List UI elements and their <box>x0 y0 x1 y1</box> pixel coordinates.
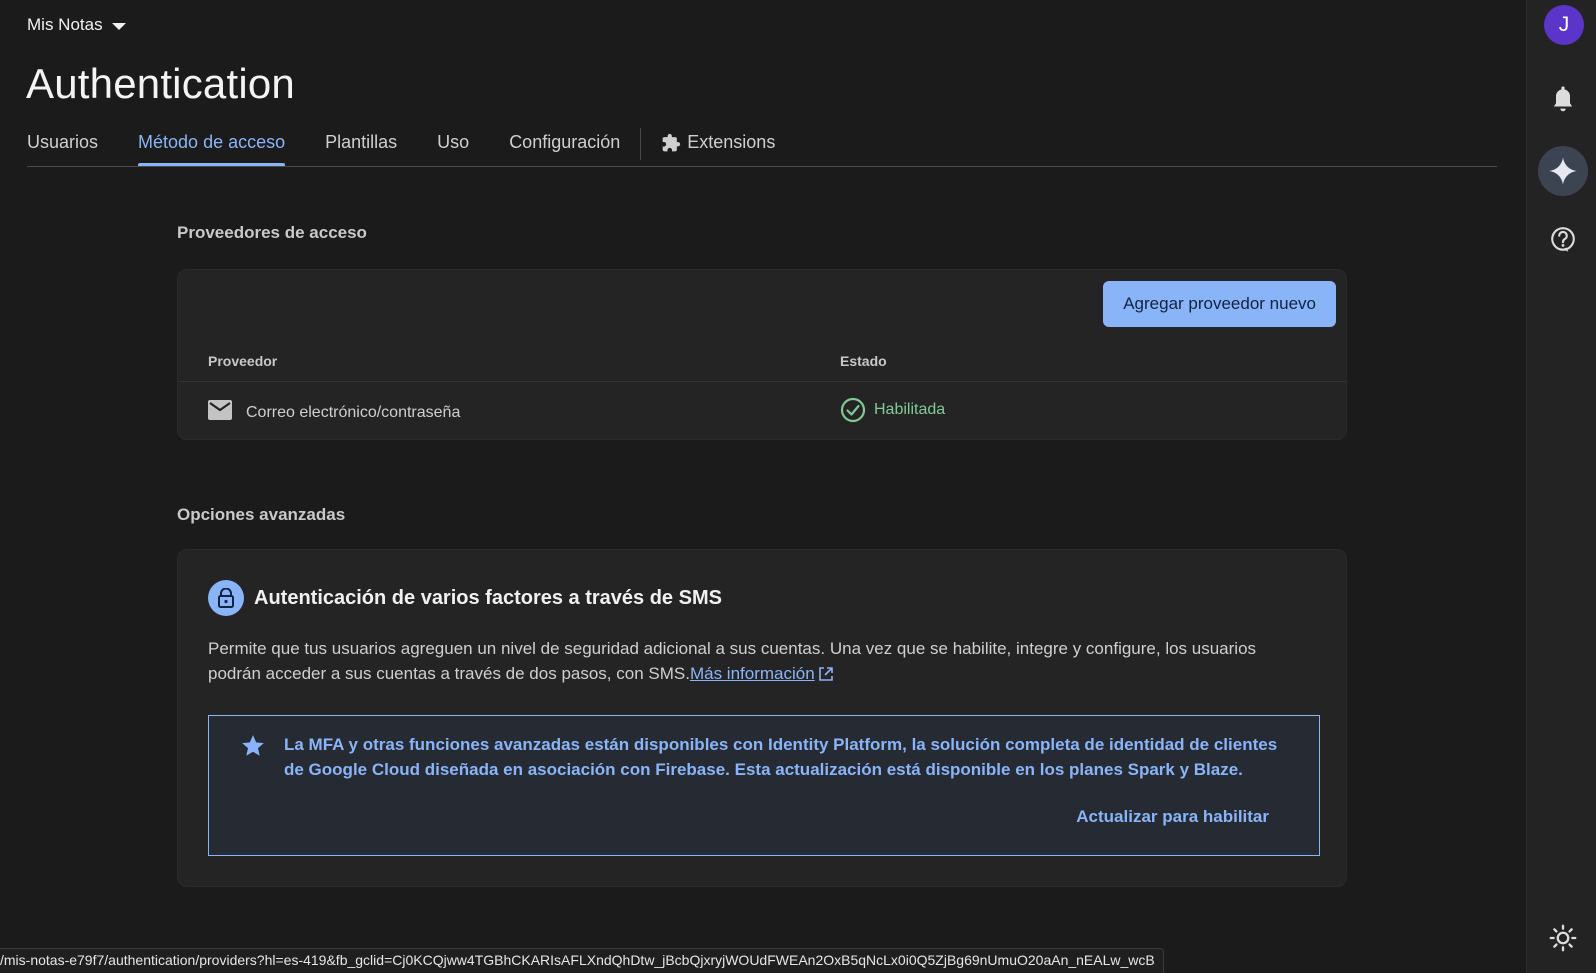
lock-icon <box>208 580 244 616</box>
tab-extensions[interactable]: Extensions <box>661 125 775 165</box>
tab-configuracion[interactable]: Configuración <box>509 125 620 165</box>
tab-bar: Usuarios Método de acceso Plantillas Uso… <box>27 125 1497 167</box>
bell-icon <box>1553 86 1573 112</box>
gemini-spark-icon <box>1549 157 1577 185</box>
mfa-title-row: Autenticación de varios factores a travé… <box>208 580 722 616</box>
mfa-title: Autenticación de varios factores a travé… <box>254 586 722 609</box>
mfa-card: Autenticación de varios factores a travé… <box>177 549 1347 887</box>
add-provider-button[interactable]: Agregar proveedor nuevo <box>1103 281 1336 327</box>
tab-uso[interactable]: Uso <box>437 125 469 165</box>
tab-usuarios[interactable]: Usuarios <box>27 125 98 165</box>
provider-cell: Correo electrónico/contraseña <box>208 398 460 422</box>
status-badge: Habilitada <box>874 401 946 418</box>
tab-plantillas[interactable]: Plantillas <box>325 125 397 165</box>
table-row[interactable]: Correo electrónico/contraseña Habilitada <box>178 383 1346 441</box>
tab-extensions-label: Extensions <box>687 132 776 152</box>
check-circle-icon <box>840 397 866 423</box>
external-link-icon <box>818 667 833 681</box>
column-header-provider: Proveedor <box>208 353 278 369</box>
providers-heading: Proveedores de acceso <box>177 223 367 242</box>
gemini-button[interactable] <box>1538 146 1588 196</box>
puzzle-icon <box>662 133 681 151</box>
help-icon <box>1551 227 1575 252</box>
upsell-message: La MFA y otras funciones avanzadas están… <box>284 735 1278 779</box>
learn-more-label: Más información <box>689 664 815 683</box>
notifications-button[interactable] <box>1541 78 1585 122</box>
advanced-heading: Opciones avanzadas <box>177 505 346 524</box>
learn-more-link[interactable]: Más información <box>690 664 815 683</box>
providers-card: Agregar proveedor nuevo Proveedor Estado… <box>177 269 1347 440</box>
table-header: Proveedor Estado <box>178 349 1346 382</box>
mfa-description-block: Permite que tus usuarios agreguen un niv… <box>208 636 1308 686</box>
column-header-status: Estado <box>840 353 887 369</box>
upsell-banner: La MFA y otras funciones avanzadas están… <box>208 715 1320 856</box>
theme-sun-icon <box>1549 924 1577 952</box>
provider-name: Correo electrónico/contraseña <box>246 404 461 421</box>
help-button[interactable] <box>1541 218 1585 262</box>
chevron-down-icon <box>111 22 126 30</box>
project-selector[interactable]: Mis Notas <box>27 15 126 35</box>
tab-metodo-de-acceso[interactable]: Método de acceso <box>138 125 286 166</box>
avatar[interactable]: J <box>1544 5 1584 45</box>
main-content: Mis Notas Authentication Usuarios Método… <box>0 0 1526 973</box>
mail-icon <box>208 400 232 420</box>
upgrade-button[interactable]: Actualizar para habilitar <box>1076 807 1269 827</box>
theme-toggle-button[interactable] <box>1541 916 1585 960</box>
right-rail: J <box>1526 0 1596 973</box>
status-cell: Habilitada <box>840 397 945 423</box>
status-bar-url: /mis-notas-e79f7/authentication/provider… <box>0 948 1164 973</box>
tab-divider <box>640 128 642 160</box>
project-name: Mis Notas <box>27 15 103 34</box>
star-icon <box>242 735 264 756</box>
page-title: Authentication <box>26 60 295 107</box>
